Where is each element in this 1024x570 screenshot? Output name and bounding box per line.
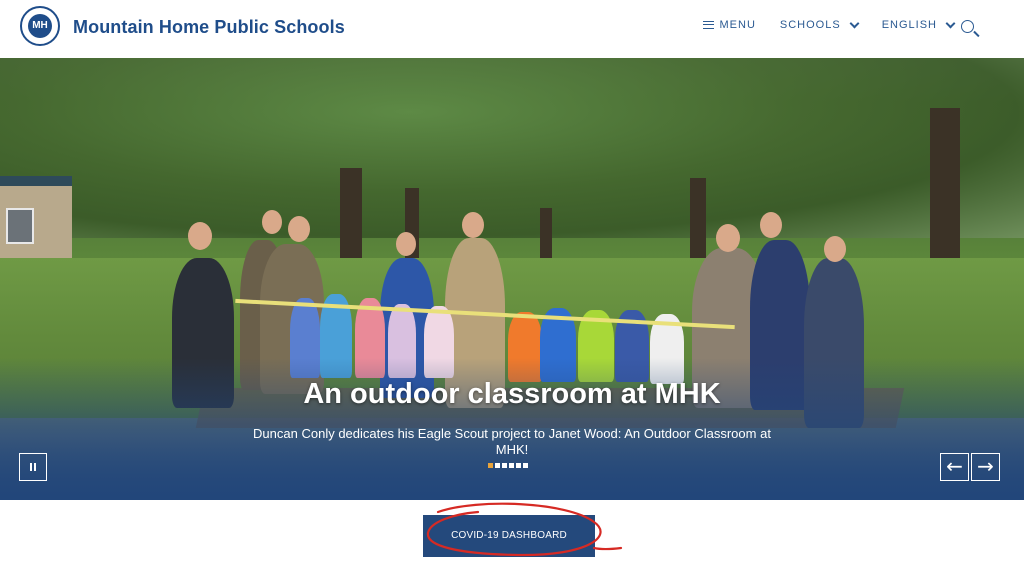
person-head — [288, 216, 310, 242]
hero-slideshow: An outdoor classroom at MHK Duncan Conly… — [0, 58, 1024, 500]
slide-indicators — [488, 463, 528, 468]
logo-monogram: MH — [28, 14, 52, 38]
site-header: MH Mountain Home Public Schools MENU SCH… — [0, 0, 1024, 58]
person-head — [824, 236, 846, 262]
schools-label: SCHOOLS — [779, 19, 841, 31]
person-head — [462, 212, 484, 238]
menu-icon — [702, 21, 714, 29]
next-slide-button[interactable]: → — [971, 453, 1000, 481]
pause-button[interactable] — [19, 453, 47, 481]
person-head — [760, 212, 782, 238]
chevron-down-icon — [945, 18, 956, 28]
person-head — [396, 232, 416, 256]
language-label: ENGLISH — [881, 19, 937, 31]
slide-dot-1[interactable] — [488, 463, 493, 468]
slide-dot-2[interactable] — [495, 463, 500, 468]
arrow-left-icon: ← — [946, 454, 963, 478]
slide-title[interactable]: An outdoor classroom at MHK — [0, 378, 1024, 411]
hero-photo-canopy — [0, 58, 1024, 238]
slide-dot-3[interactable] — [502, 463, 507, 468]
chevron-down-icon — [849, 18, 860, 28]
menu-label: MENU — [719, 19, 756, 31]
slide-dot-4[interactable] — [509, 463, 514, 468]
district-logo[interactable]: MH — [20, 6, 60, 46]
language-dropdown[interactable]: ENGLISH — [881, 18, 956, 31]
building-window — [6, 208, 34, 244]
search-icon[interactable] — [961, 20, 974, 33]
person-head — [716, 224, 740, 252]
person-head — [262, 210, 282, 234]
arrow-right-icon: → — [977, 454, 994, 478]
main-nav: MENU SCHOOLS ENGLISH — [702, 18, 978, 31]
slide-dot-6[interactable] — [523, 463, 528, 468]
covid-dashboard-button[interactable]: COVID-19 DASHBOARD — [423, 515, 595, 557]
person-head — [188, 222, 212, 250]
slide-caption: Duncan Conly dedicates his Eagle Scout p… — [253, 426, 771, 457]
slide-dot-5[interactable] — [516, 463, 521, 468]
previous-slide-button[interactable]: ← — [940, 453, 969, 481]
menu-button[interactable]: MENU — [702, 19, 756, 31]
site-title[interactable]: Mountain Home Public Schools — [73, 17, 345, 38]
schools-dropdown[interactable]: SCHOOLS — [779, 18, 860, 31]
